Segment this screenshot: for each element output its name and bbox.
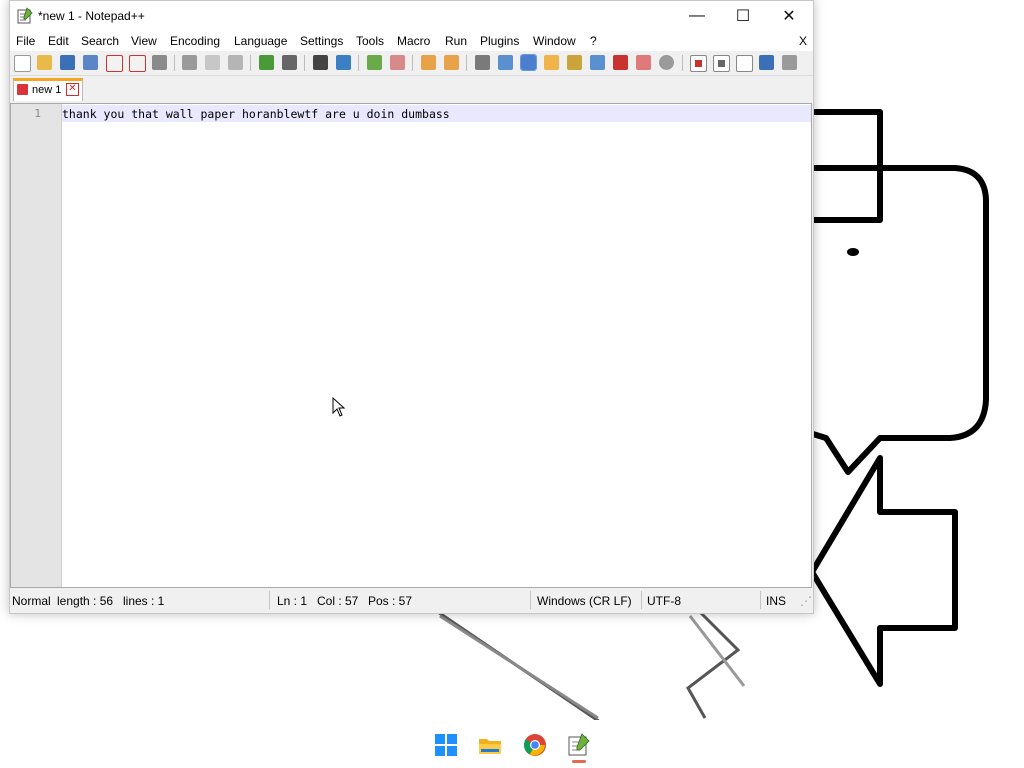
status-encoding[interactable]: UTF-8 <box>647 594 681 608</box>
tab-close-icon[interactable]: ✕ <box>66 83 79 96</box>
tab-bar: new 1 ✕ <box>10 76 813 101</box>
menu-bar: File Edit Search View Encoding Language … <box>10 31 813 51</box>
redo-icon[interactable] <box>282 55 297 70</box>
menu-encoding[interactable]: Encoding <box>170 34 220 48</box>
editor-line-text[interactable]: thank you that wall paper horanblewtf ar… <box>62 107 450 121</box>
notepad-plus-plus-icon <box>17 7 33 24</box>
title-bar[interactable]: *new 1 - Notepad++ — ☐ ✕ <box>10 1 813 31</box>
unsaved-file-icon <box>17 84 28 95</box>
toolbar-separator <box>412 55 413 71</box>
menu-run[interactable]: Run <box>445 34 467 48</box>
toolbar <box>10 51 813 76</box>
menu-settings[interactable]: Settings <box>300 34 343 48</box>
toolbar-separator <box>250 55 251 71</box>
menu-tools[interactable]: Tools <box>356 34 384 48</box>
status-column: Col : 57 <box>317 594 359 608</box>
play-macro-icon[interactable] <box>736 55 753 72</box>
tab-new-1[interactable]: new 1 ✕ <box>13 78 83 101</box>
cut-icon[interactable] <box>182 55 197 70</box>
toolbar-separator <box>174 55 175 71</box>
close-file-icon[interactable] <box>106 55 123 72</box>
toolbar-separator <box>304 55 305 71</box>
paste-icon[interactable] <box>228 55 243 70</box>
copy-icon[interactable] <box>205 55 220 70</box>
maximize-icon: ☐ <box>735 8 751 25</box>
menu-search[interactable]: Search <box>81 34 119 48</box>
menu-view[interactable]: View <box>131 34 157 48</box>
window-title: *new 1 - Notepad++ <box>38 9 145 23</box>
chrome-icon[interactable] <box>523 733 547 757</box>
status-insert-mode[interactable]: INS <box>766 594 786 608</box>
function-list-icon[interactable] <box>613 55 628 70</box>
new-file-icon[interactable] <box>14 55 31 72</box>
tab-label: new 1 <box>32 84 62 96</box>
record-macro-icon[interactable] <box>690 55 707 72</box>
word-wrap-icon[interactable] <box>475 55 490 70</box>
taskbar <box>0 720 1024 768</box>
menu-edit[interactable]: Edit <box>48 34 69 48</box>
menu-file[interactable]: File <box>16 34 35 48</box>
line-number: 1 <box>34 107 41 120</box>
save-icon[interactable] <box>60 55 75 70</box>
status-divider <box>760 591 761 609</box>
menu-language[interactable]: Language <box>234 34 287 48</box>
save-macro-icon[interactable] <box>782 55 797 70</box>
menu-plugins[interactable]: Plugins <box>480 34 519 48</box>
toolbar-separator <box>466 55 467 71</box>
text-editor[interactable]: 1 thank you that wall paper horanblewtf … <box>10 103 812 588</box>
status-eol[interactable]: Windows (CR LF) <box>537 594 632 608</box>
status-divider <box>269 591 270 609</box>
status-divider <box>530 591 531 609</box>
line-number-gutter: 1 <box>11 104 62 587</box>
resize-grip-icon[interactable]: ⋰ <box>800 594 812 608</box>
menu-macro[interactable]: Macro <box>397 34 430 48</box>
folder-workspace-icon[interactable] <box>636 55 651 70</box>
menu-help[interactable]: ? <box>590 34 597 48</box>
status-mode: Normal <box>12 594 51 608</box>
save-all-icon[interactable] <box>83 55 98 70</box>
status-position: Pos : 57 <box>368 594 413 608</box>
run-macro-multiple-icon[interactable] <box>759 55 774 70</box>
close-all-icon[interactable] <box>129 55 146 72</box>
undo-icon[interactable] <box>259 55 274 70</box>
find-icon[interactable] <box>313 55 328 70</box>
windows-start-icon[interactable] <box>434 733 458 757</box>
monitoring-icon[interactable] <box>659 55 674 70</box>
sync-horizontal-icon[interactable] <box>444 55 459 70</box>
file-explorer-icon[interactable] <box>478 733 502 757</box>
status-lines: lines : 1 <box>123 594 165 608</box>
open-file-icon[interactable] <box>37 55 52 70</box>
status-line: Ln : 1 <box>277 594 308 608</box>
document-list-icon[interactable] <box>590 55 605 70</box>
menu-window[interactable]: Window <box>533 34 576 48</box>
minimize-icon: — <box>689 7 705 24</box>
show-all-characters-icon[interactable] <box>498 55 513 70</box>
close-button[interactable]: ✕ <box>766 1 812 31</box>
notepad-window: *new 1 - Notepad++ — ☐ ✕ File Edit Searc… <box>9 0 814 614</box>
active-app-indicator <box>572 760 586 763</box>
status-divider <box>641 591 642 609</box>
zoom-out-icon[interactable] <box>390 55 405 70</box>
minimize-button[interactable]: — <box>674 1 720 31</box>
toolbar-separator <box>358 55 359 71</box>
stop-macro-icon[interactable] <box>713 55 730 72</box>
print-icon[interactable] <box>152 55 167 70</box>
notepad-plus-plus-taskbar-icon[interactable] <box>567 733 591 757</box>
close-icon: ✕ <box>782 8 796 25</box>
indent-guide-icon[interactable] <box>520 54 537 71</box>
status-bar: Normal length : 56 lines : 1 Ln : 1 Col … <box>10 589 813 612</box>
mouse-cursor-icon <box>332 397 346 417</box>
replace-icon[interactable] <box>336 55 351 70</box>
toolbar-separator <box>682 55 683 71</box>
user-language-icon[interactable] <box>544 55 559 70</box>
status-length: length : 56 <box>57 594 114 608</box>
sync-vertical-icon[interactable] <box>421 55 436 70</box>
document-map-icon[interactable] <box>567 55 582 70</box>
close-document-button[interactable]: X <box>799 34 807 48</box>
zoom-in-icon[interactable] <box>367 55 382 70</box>
maximize-button[interactable]: ☐ <box>720 1 766 31</box>
